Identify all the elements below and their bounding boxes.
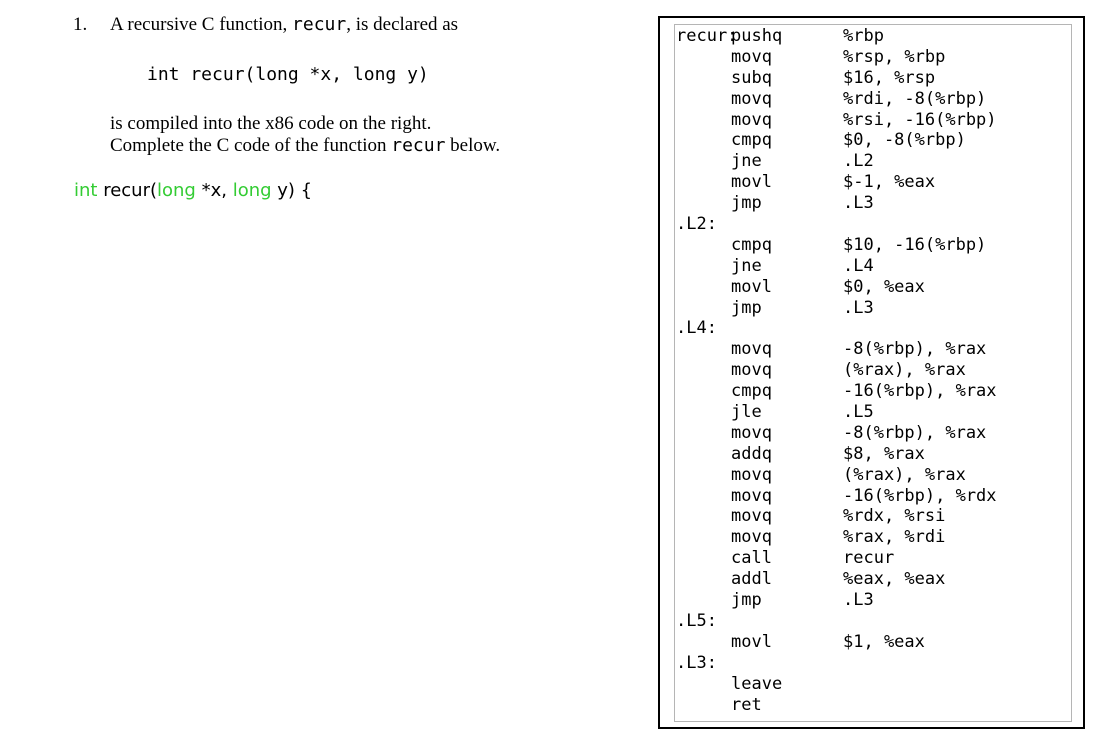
function-declaration: int recur(long *x, long y) xyxy=(147,64,429,85)
asm-operands: %rdi, -8(%rbp) xyxy=(843,88,987,109)
asm-label: .L4: xyxy=(676,318,717,339)
asm-operands: $1, %eax xyxy=(843,631,925,652)
asm-label: .L5: xyxy=(676,610,717,631)
asm-opcode: movq xyxy=(731,88,772,109)
asm-opcode: cmpq xyxy=(731,130,772,151)
asm-operands: $-1, %eax xyxy=(843,172,936,193)
asm-opcode: addq xyxy=(731,443,772,464)
asm-opcode: movq xyxy=(731,485,772,506)
asm-opcode: pushq xyxy=(731,26,783,46)
asm-operands: .L5 xyxy=(843,402,874,423)
asm-opcode: movq xyxy=(731,46,772,67)
asm-opcode: movl xyxy=(731,172,772,193)
c-code-start: int recur(long *x, long y) { xyxy=(74,180,312,201)
asm-opcode: movq xyxy=(731,422,772,443)
function-name-code: recur xyxy=(391,135,446,156)
question-intro-text: A recursive C function, xyxy=(110,14,293,35)
asm-opcode: jne xyxy=(731,151,762,172)
asm-operands: (%rax), %rax xyxy=(843,360,966,381)
asm-operands: %rsp, %rbp xyxy=(843,46,946,67)
asm-opcode: subq xyxy=(731,67,772,88)
question-instruction: Complete the C code of the function recu… xyxy=(110,135,500,157)
asm-label: .L3: xyxy=(676,652,717,673)
asm-operands: $8, %rax xyxy=(843,443,925,464)
asm-opcode: jmp xyxy=(731,297,762,318)
keyword-long: long xyxy=(232,180,272,201)
asm-opcode: movq xyxy=(731,527,772,548)
code-text: recur( xyxy=(97,180,157,201)
asm-opcode: movl xyxy=(731,276,772,297)
asm-operands: .L3 xyxy=(843,193,874,214)
code-text: *x, xyxy=(195,180,233,201)
question-number: 1. xyxy=(73,14,88,35)
asm-operands: $0, -8(%rbp) xyxy=(843,130,966,151)
question-compiled-text: is compiled into the x86 code on the rig… xyxy=(110,113,432,134)
keyword-int: int xyxy=(74,180,98,201)
asm-operands: -8(%rbp), %rax xyxy=(843,422,987,443)
asm-operands: -16(%rbp), %rdx xyxy=(843,485,997,506)
asm-operands: %rbp xyxy=(843,26,884,46)
asm-opcode: leave xyxy=(731,673,783,694)
asm-operands: $16, %rsp xyxy=(843,67,936,88)
asm-opcode: movq xyxy=(731,464,772,485)
asm-opcode: cmpq xyxy=(731,234,772,255)
asm-opcode: jmp xyxy=(731,193,762,214)
asm-operands: .L2 xyxy=(843,151,874,172)
asm-label: .L2: xyxy=(676,214,717,235)
asm-operands: .L3 xyxy=(843,297,874,318)
asm-operands: recur xyxy=(843,548,895,569)
asm-operands: (%rax), %rax xyxy=(843,464,966,485)
asm-operands: -8(%rbp), %rax xyxy=(843,339,987,360)
asm-opcode: movq xyxy=(731,506,772,527)
asm-opcode: jne xyxy=(731,255,762,276)
asm-opcode: movl xyxy=(731,631,772,652)
asm-opcode: call xyxy=(731,548,772,569)
asm-opcode: jmp xyxy=(731,590,762,611)
asm-opcode: movq xyxy=(731,109,772,130)
code-text: y) { xyxy=(271,180,313,201)
asm-opcode: ret xyxy=(731,694,762,715)
asm-operands: .L3 xyxy=(843,590,874,611)
asm-label: recur: xyxy=(676,26,738,46)
asm-opcode: movq xyxy=(731,360,772,381)
asm-operands: $10, -16(%rbp) xyxy=(843,234,987,255)
asm-operands: $0, %eax xyxy=(843,276,925,297)
keyword-long: long xyxy=(157,180,196,201)
asm-operands: %rax, %rdi xyxy=(843,527,946,548)
asm-opcode: movq xyxy=(731,339,772,360)
asm-opcode: addl xyxy=(731,569,772,590)
question-instruction-tail: below. xyxy=(445,135,501,156)
question-intro-tail: , is declared as xyxy=(346,14,459,35)
asm-opcode: cmpq xyxy=(731,381,772,402)
asm-operands: .L4 xyxy=(843,255,874,276)
asm-operands: %rdx, %rsi xyxy=(843,506,946,527)
question-instruction-text: Complete the C code of the function xyxy=(110,135,392,156)
asm-operands: -16(%rbp), %rax xyxy=(843,381,997,402)
asm-operands: %rsi, -16(%rbp) xyxy=(843,109,997,130)
question-intro: A recursive C function, recur, is declar… xyxy=(110,14,458,36)
asm-operands: %eax, %eax xyxy=(843,569,946,590)
asm-opcode: jle xyxy=(731,402,762,423)
function-name-code: recur xyxy=(292,14,347,35)
